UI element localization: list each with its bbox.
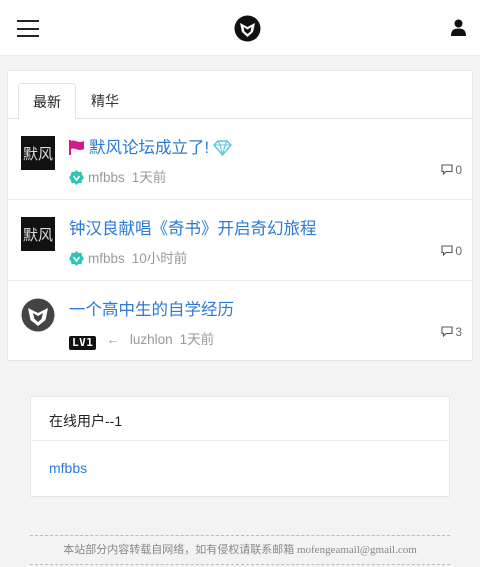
post-time: 10小时前	[131, 251, 188, 266]
verified-icon	[69, 170, 84, 188]
post-time: 1天前	[179, 332, 215, 347]
comment-icon	[441, 326, 453, 338]
thread-title: 钟汉良献唱《奇书》开启奇幻旅程	[69, 220, 317, 238]
tab-featured[interactable]: 精华	[82, 83, 128, 120]
thread-meta: mfbbs 10小时前	[69, 247, 187, 269]
reply-count[interactable]: 0	[441, 244, 462, 258]
arrow-icon: ←	[106, 332, 120, 347]
divider	[31, 440, 449, 441]
diamond-icon	[213, 140, 233, 161]
thread-row[interactable]: 默风 钟汉良献唱《奇书》开启奇幻旅程 mfbbs 10小时前 0	[8, 200, 472, 281]
verified-icon	[69, 251, 84, 269]
online-users-panel: 在线用户--1 mfbbs	[30, 396, 450, 497]
flag-icon	[69, 140, 85, 160]
thread-meta: LV1 ← luzhlon 1天前	[69, 328, 214, 350]
thread-title: 一个高中生的自学经历	[69, 301, 234, 319]
author-link[interactable]: mfbbs	[88, 251, 125, 266]
svg-text:默风: 默风	[23, 226, 53, 244]
thread-row[interactable]: 默风 默风论坛成立了! mfbbs 1天前 0	[8, 119, 472, 200]
user-icon[interactable]	[451, 19, 466, 36]
thread-list-card: 最新 精华 默风 默风论坛成立了! mfbbs 1天前 0 默风 钟汉良献唱《奇…	[7, 70, 473, 361]
reply-count-value: 3	[455, 325, 462, 339]
thread-meta: mfbbs 1天前	[69, 166, 166, 188]
calligraphy-avatar[interactable]: 默风	[21, 136, 55, 170]
footer-notice: 本站部分内容转载自网络，如有侵权请联系邮箱 mofengeamail@gmail…	[30, 535, 450, 565]
comment-icon	[441, 245, 453, 257]
author-link[interactable]: mfbbs	[88, 170, 125, 185]
comment-icon	[441, 164, 453, 176]
fox-logo-icon[interactable]	[234, 15, 261, 42]
reply-count-value: 0	[455, 163, 462, 177]
tab-latest[interactable]: 最新	[18, 83, 76, 120]
thread-title-link[interactable]: 一个高中生的自学经历	[69, 296, 234, 320]
calligraphy-avatar[interactable]: 默风	[21, 217, 55, 251]
thread-tabs: 最新 精华	[8, 71, 472, 120]
online-user-link[interactable]: mfbbs	[49, 460, 87, 476]
author-link[interactable]: luzhlon	[130, 332, 173, 347]
level-badge: LV1	[69, 336, 97, 350]
post-time: 1天前	[131, 170, 167, 185]
reply-count[interactable]: 3	[441, 325, 462, 339]
top-navbar	[0, 0, 480, 56]
thread-title: 默风论坛成立了!	[89, 139, 210, 157]
hamburger-menu-icon[interactable]	[17, 20, 39, 37]
thread-row[interactable]: 一个高中生的自学经历 LV1 ← luzhlon 1天前 3	[8, 281, 472, 362]
fox-avatar[interactable]	[21, 298, 55, 332]
reply-count-value: 0	[455, 244, 462, 258]
svg-text:默风: 默风	[23, 145, 53, 163]
online-users-title: 在线用户--1	[49, 413, 123, 429]
thread-title-link[interactable]: 钟汉良献唱《奇书》开启奇幻旅程	[69, 215, 317, 239]
reply-count[interactable]: 0	[441, 163, 462, 177]
thread-title-link[interactable]: 默风论坛成立了!	[69, 134, 233, 161]
